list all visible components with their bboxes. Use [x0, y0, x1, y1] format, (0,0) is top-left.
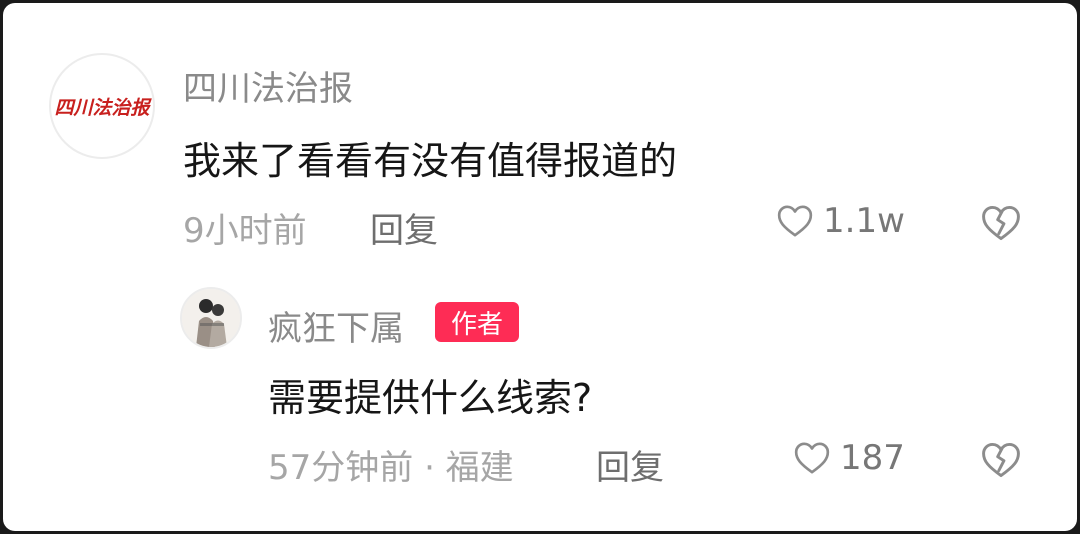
- avatar[interactable]: [180, 287, 242, 349]
- avatar[interactable]: 四川法治报: [49, 53, 155, 159]
- comment-username[interactable]: 四川法治报: [183, 61, 353, 110]
- heart-icon: [775, 201, 815, 241]
- comment-panel: 四川法治报 四川法治报 我来了看看有没有值得报道的 9小时前 回复 1.1w 疯…: [3, 3, 1077, 531]
- reply-button[interactable]: 回复: [596, 440, 664, 489]
- broken-heart-icon: [979, 442, 1023, 486]
- avatar-logo-text: 四川法治报: [54, 96, 150, 119]
- reply-button[interactable]: 回复: [370, 203, 438, 252]
- comment-timestamp-location: 57分钟前 · 福建: [268, 448, 514, 488]
- dislike-button[interactable]: [979, 201, 1023, 249]
- comment-text: 我来了看看有没有值得报道的: [183, 139, 678, 183]
- like-button[interactable]: 1.1w: [775, 201, 905, 241]
- comment-item: 四川法治报 四川法治报 我来了看看有没有值得报道的 9小时前 回复 1.1w: [3, 3, 1077, 283]
- broken-heart-icon: [979, 205, 1023, 249]
- like-button[interactable]: 187: [792, 438, 905, 478]
- author-badge: 作者: [435, 302, 519, 342]
- reply-item: 疯狂下属 作者 需要提供什么线索? 57分钟前 · 福建 回复 187: [3, 283, 1077, 531]
- comment-text: 需要提供什么线索?: [268, 376, 593, 420]
- heart-icon: [792, 438, 832, 478]
- comment-timestamp: 9小时前: [183, 211, 307, 251]
- like-count: 187: [840, 438, 905, 478]
- like-count: 1.1w: [823, 201, 905, 241]
- dislike-button[interactable]: [979, 438, 1023, 486]
- comment-username[interactable]: 疯狂下属: [268, 301, 404, 350]
